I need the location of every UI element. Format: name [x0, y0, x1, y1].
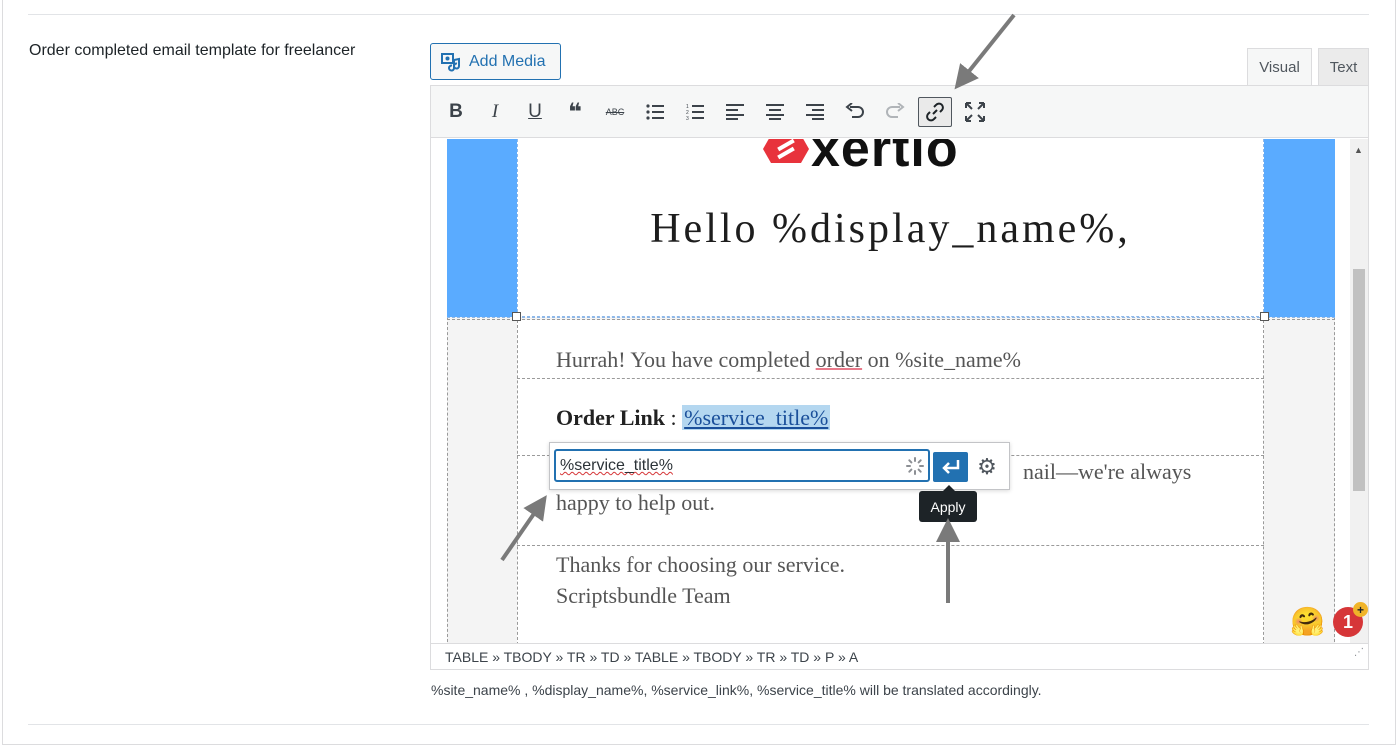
notification-plus-icon: + — [1353, 602, 1368, 617]
emoji-icon[interactable]: 🤗 — [1290, 605, 1325, 638]
annotation-arrows — [500, 13, 1016, 603]
arrow-to-link-button — [954, 13, 1016, 90]
arrow-to-link-input — [500, 495, 547, 562]
